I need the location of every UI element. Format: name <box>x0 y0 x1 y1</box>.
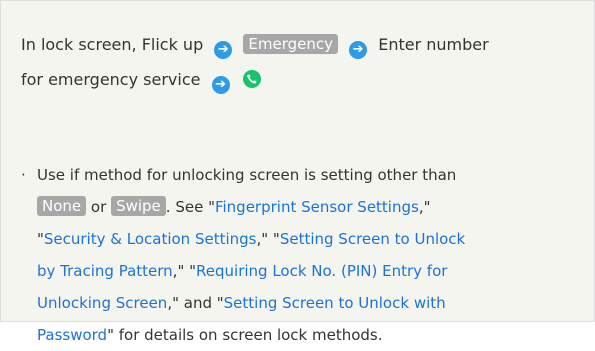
info-panel: In lock screen, Flick up ➔ Emergency ➔ E… <box>0 0 595 344</box>
note-bullet: · <box>21 166 26 184</box>
password-link-b[interactable]: Password <box>37 326 107 344</box>
separator-4: ," and " <box>167 294 224 312</box>
note-line-6: Password" for details on screen lock met… <box>37 319 595 351</box>
tracing-pattern-link-a[interactable]: Setting Screen to Unlock <box>280 230 465 248</box>
swipe-key: Swipe <box>111 196 166 216</box>
arrow-right-icon: ➔ <box>349 41 368 59</box>
note-line-3: "Security & Location Settings," "Setting… <box>37 223 595 255</box>
pin-entry-link-a[interactable]: Requiring Lock No. (PIN) Entry for <box>196 262 447 280</box>
or-text: or <box>90 198 107 216</box>
note-text-1: Use if method for unlocking screen is se… <box>37 166 457 184</box>
pin-entry-link-b[interactable]: Unlocking Screen <box>37 294 167 312</box>
separator-3: ," " <box>172 262 197 280</box>
separator-2: ," " <box>256 230 280 248</box>
see-text: . See " <box>165 198 215 216</box>
fingerprint-settings-link[interactable]: Fingerprint Sensor Settings <box>215 198 419 216</box>
phone-call-icon <box>242 70 261 88</box>
step-text-2: Enter number <box>378 35 489 54</box>
none-key: None <box>37 196 87 216</box>
note-line-4: by Tracing Pattern," "Requiring Lock No.… <box>37 255 595 287</box>
note-line-5: Unlocking Screen," and "Setting Screen t… <box>37 287 595 319</box>
note-line-2: None or Swipe. See "Fingerprint Sensor S… <box>37 191 595 223</box>
emergency-key: Emergency <box>243 34 339 54</box>
note-tail: " for details on screen lock methods. <box>107 326 383 344</box>
password-link-a[interactable]: Setting Screen to Unlock with <box>224 294 446 312</box>
arrow-right-icon: ➔ <box>211 76 230 94</box>
step-text-3: for emergency service <box>21 70 201 89</box>
arrow-right-icon: ➔ <box>214 41 233 59</box>
step-line-2: for emergency service ➔ <box>21 62 581 98</box>
step-line-1: In lock screen, Flick up ➔ Emergency ➔ E… <box>21 27 581 63</box>
separator-1: ," <box>418 198 431 216</box>
note-line-1: · Use if method for unlocking screen is s… <box>21 159 581 191</box>
step-text-1: In lock screen, Flick up <box>21 35 204 54</box>
quote-open: " <box>37 230 44 248</box>
tracing-pattern-link-b[interactable]: by Tracing Pattern <box>37 262 173 280</box>
security-location-link[interactable]: Security & Location Settings <box>44 230 257 248</box>
